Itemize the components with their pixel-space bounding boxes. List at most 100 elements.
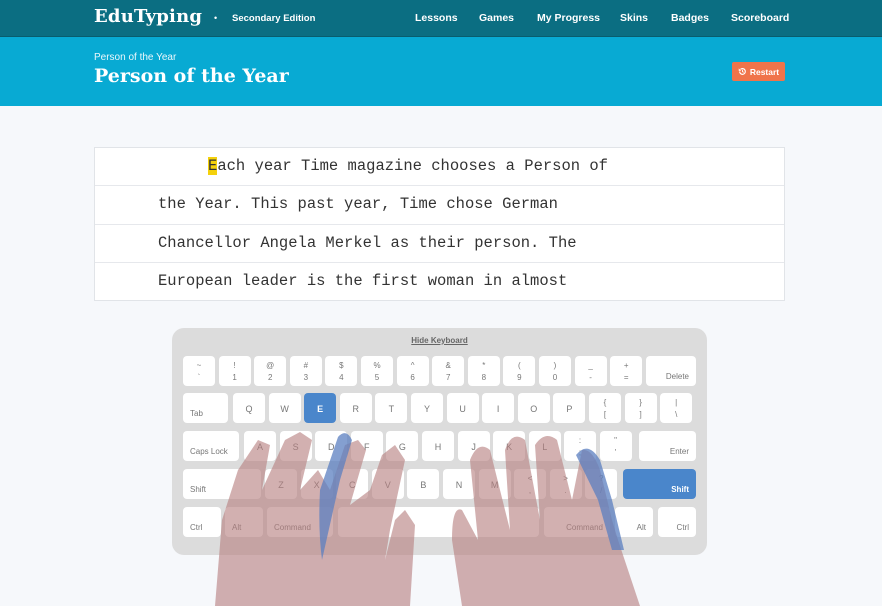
key-bracket-1[interactable]: }] [624,393,657,423]
key-base-symbol: \ [675,410,678,419]
key-label: N [455,480,463,490]
key-label: Enter [669,447,689,456]
hide-keyboard-link[interactable]: Hide Keyboard [172,336,707,345]
key-f[interactable]: F [350,431,383,461]
key-v[interactable]: V [371,469,404,499]
key-shift-symbol: ~ [196,361,202,370]
key-8[interactable]: * 8 [467,356,500,386]
key-label: Shift [190,485,207,494]
key-shift-symbol: ! [233,361,236,370]
key-9[interactable]: (9 [503,356,536,386]
key-base-symbol: / [600,486,603,495]
key-slash[interactable]: ? / [585,469,618,499]
key-label: F [364,442,370,452]
passage-line: Each year Time magazine chooses a Person… [95,148,784,187]
restart-button[interactable]: Restart [732,62,785,81]
brand-logo[interactable]: EduTyping [94,6,202,27]
key-delete[interactable]: Delete [646,356,696,386]
key-t[interactable]: T [375,393,408,423]
key-z[interactable]: Z [265,469,297,499]
nav-scoreboard[interactable]: Scoreboard [731,12,789,24]
key-5[interactable]: % 5 [361,356,393,386]
key-7[interactable]: & 7 [432,356,465,386]
key-base-symbol: 1 [232,373,237,382]
key-4[interactable]: $4 [325,356,358,386]
key-bracket-0[interactable]: {[ [589,393,621,423]
key-shift-right[interactable]: Shift [623,469,696,499]
key-d[interactable]: D [315,431,348,461]
key-n[interactable]: N [443,469,475,499]
key-label: Delete [665,372,689,381]
key-label: Shift [671,485,689,494]
key-shift-symbol: ) [553,361,557,370]
key-semicolon[interactable]: :; [564,431,596,461]
key-s[interactable]: S [279,431,312,461]
nav-skins[interactable]: Skins [620,12,648,24]
key-base-symbol: 4 [339,373,344,382]
key-i[interactable]: I [482,393,515,423]
key-label: S [292,442,299,452]
key-label: E [317,404,324,414]
key-g[interactable]: G [386,431,419,461]
key-quote[interactable]: " ' [599,431,632,461]
key-r[interactable]: R [339,393,372,423]
key-k[interactable]: K [493,431,526,461]
key-enter[interactable]: Enter [639,431,696,461]
key-command-right[interactable]: Command [544,507,610,537]
key-e[interactable]: E [304,393,337,423]
key-ctrl-right[interactable]: Ctrl [658,507,696,537]
key-a[interactable]: A [244,431,276,461]
key-c[interactable]: C [336,469,369,499]
key-command-left[interactable]: Command [267,507,333,537]
key-label: P [566,404,573,414]
nav-my-progress[interactable]: My Progress [537,12,600,24]
key-shift-symbol: ? [598,474,604,483]
nav-badges[interactable]: Badges [671,12,709,24]
key-sym0[interactable]: ~ ` [183,356,215,386]
key-period[interactable]: >. [549,469,582,499]
key-base-symbol: 9 [517,373,522,382]
key-sym11[interactable]: _ - [574,356,607,386]
key-base-symbol: ; [578,448,582,457]
key-sym12[interactable]: + = [610,356,643,386]
key-q[interactable]: Q [233,393,265,423]
key-bracket-2[interactable]: | \ [660,393,693,423]
key-0[interactable]: ) 0 [539,356,571,386]
key-w[interactable]: W [268,393,301,423]
key-label: D [327,442,335,452]
key-alt-right[interactable]: Alt [615,507,653,537]
page-title: Person of the Year [94,65,289,87]
key-y[interactable]: Y [411,393,443,423]
key-m[interactable]: M [478,469,511,499]
key-1[interactable]: ! 1 [218,356,251,386]
key-p[interactable]: P [553,393,586,423]
key-space[interactable] [338,507,539,537]
key-alt-left[interactable]: Alt [225,507,263,537]
typing-passage[interactable]: Each year Time magazine chooses a Person… [94,147,785,301]
key-base-symbol: = [623,373,629,382]
key-base-symbol: ] [639,410,642,419]
key-u[interactable]: U [446,393,479,423]
key-x[interactable]: X [300,469,333,499]
key-base-symbol: 2 [267,373,273,382]
key-o[interactable]: O [517,393,550,423]
key-comma[interactable]: <, [514,469,546,499]
key-tab[interactable]: Tab [183,393,228,423]
key-6[interactable]: ^ 6 [396,356,429,386]
key-l[interactable]: L [528,431,561,461]
key-shift-symbol: & [445,361,451,370]
key-b[interactable]: B [407,469,440,499]
key-h[interactable]: H [422,431,454,461]
key-2[interactable]: @2 [254,356,287,386]
key-shift-symbol: | [675,398,678,407]
key-shift-left[interactable]: Shift [183,469,261,499]
key-3[interactable]: #3 [289,356,322,386]
nav-lessons[interactable]: Lessons [415,12,458,24]
key-label: Z [278,480,284,490]
nav-games[interactable]: Games [479,12,514,24]
key-label: O [530,404,538,414]
key-ctrl-left[interactable]: Ctrl [183,507,221,537]
key-label: Alt [232,523,242,532]
key-caps-lock[interactable]: Caps Lock [183,431,239,461]
key-j[interactable]: J [457,431,490,461]
